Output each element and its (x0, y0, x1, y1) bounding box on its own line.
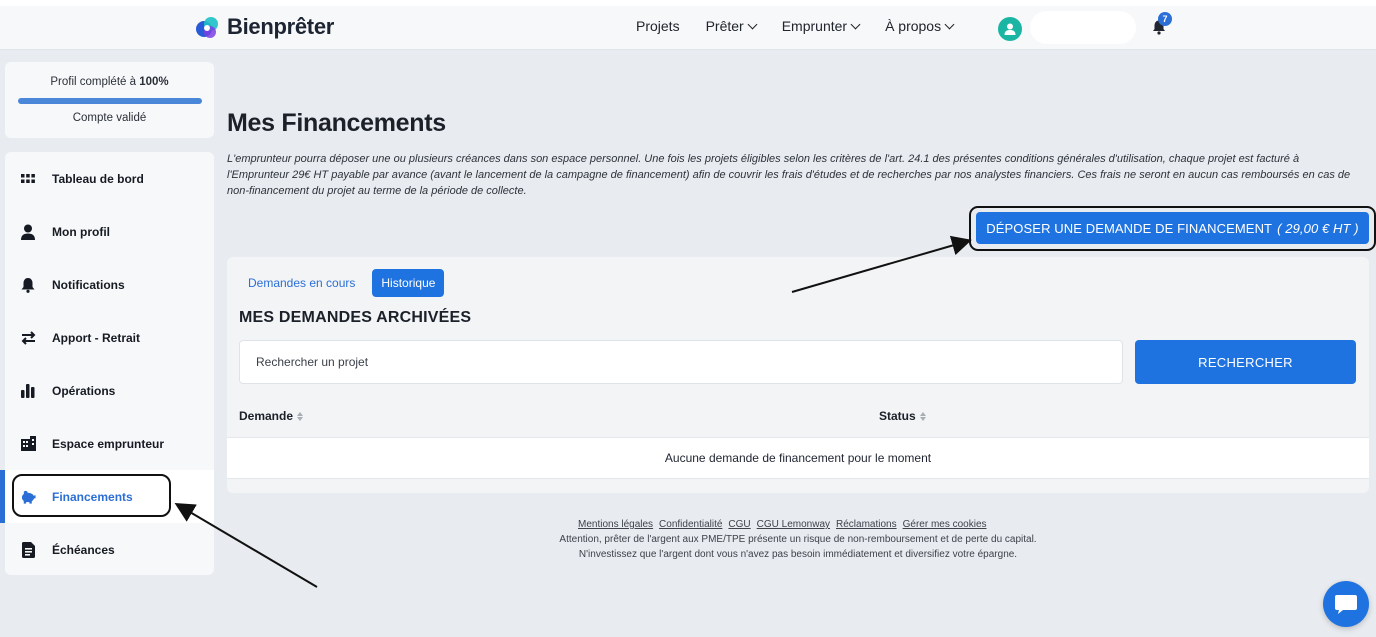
deposit-button-label: DÉPOSER UNE DEMANDE DE FINANCEMENT (986, 220, 1273, 236)
chat-support-button[interactable] (1323, 581, 1369, 627)
chevron-down-icon (850, 19, 861, 29)
sidebar-menu: Tableau de bord Mon profil Notifications… (0, 152, 214, 576)
completion-prefix: Profil complété à (50, 76, 140, 88)
sidebar-item-espace-emprunteur[interactable]: Espace emprunteur (5, 417, 214, 470)
nav-label: Prêter (705, 18, 744, 34)
nav-emprunter[interactable]: Emprunter (781, 18, 861, 34)
footer-links: Mentions légales Confidentialité CGU CGU… (578, 519, 987, 530)
chevron-down-icon (944, 19, 955, 29)
table-empty-row: Aucune demande de financement pour le mo… (227, 437, 1369, 479)
deposit-button-price: ( 29,00 € HT ) (1277, 220, 1359, 236)
sidebar-item-label: Tableau de bord (52, 171, 144, 186)
sidebar-item-label: Mon profil (52, 224, 110, 239)
sidebar-item-tableau-de-bord[interactable]: Tableau de bord (5, 152, 214, 205)
project-search-input[interactable] (239, 340, 1123, 384)
nav-label: Projets (636, 18, 680, 34)
tab-demandes-en-cours[interactable]: Demandes en cours (239, 269, 364, 297)
main-nav: Projets Prêter Emprunter À propos (636, 18, 955, 34)
column-header-label: Demande (239, 409, 294, 423)
footer-link-confidentialite[interactable]: Confidentialité (659, 519, 722, 530)
nav-label: Emprunter (781, 18, 848, 34)
logo-icon (195, 14, 221, 40)
footer-risk-warning: Attention, prêter de l'argent aux PME/TP… (559, 534, 1037, 545)
bell-icon (20, 277, 36, 293)
sidebar-item-echeances[interactable]: Échéances (5, 523, 214, 576)
user-icon (20, 224, 36, 240)
footer-link-cgu[interactable]: CGU (728, 519, 750, 530)
footer-link-reclamations[interactable]: Réclamations (836, 519, 897, 530)
user-menu[interactable] (1030, 11, 1136, 44)
notification-count-badge: 7 (1158, 12, 1172, 26)
page-title: Mes Financements (227, 109, 446, 137)
grid-icon (20, 171, 36, 187)
sidebar-item-label: Apport - Retrait (52, 330, 140, 345)
sidebar-item-label: Financements (52, 489, 133, 504)
user-avatar[interactable] (998, 17, 1022, 41)
deposit-financing-request-button[interactable]: DÉPOSER UNE DEMANDE DE FINANCEMENT ( 29,… (976, 212, 1369, 244)
sidebar-item-financements[interactable]: Financements (0, 470, 214, 523)
user-icon (1004, 23, 1016, 35)
sidebar-item-label: Notifications (52, 277, 125, 292)
nav-a-propos[interactable]: À propos (885, 18, 955, 34)
bar-chart-icon (20, 383, 36, 399)
sidebar-item-label: Espace emprunteur (52, 436, 165, 451)
sort-icon (297, 411, 304, 421)
profile-progress-bar (18, 98, 202, 104)
archived-requests-title: MES DEMANDES ARCHIVÉES (239, 309, 472, 326)
sidebar-item-notifications[interactable]: Notifications (5, 258, 214, 311)
nav-preter[interactable]: Prêter (705, 18, 758, 34)
column-header-label: Status (879, 409, 916, 423)
requests-tabs: Demandes en cours Historique (239, 269, 445, 297)
sort-icon (919, 411, 926, 421)
footer-link-gerer-cookies[interactable]: Gérer mes cookies (903, 519, 987, 530)
chevron-down-icon (747, 19, 758, 29)
document-icon (20, 541, 36, 558)
search-button[interactable]: RECHERCHER (1135, 340, 1356, 384)
sidebar-item-operations[interactable]: Opérations (5, 364, 214, 417)
nav-projets[interactable]: Projets (636, 18, 680, 34)
transfer-arrows-icon (20, 330, 36, 346)
top-strip (0, 0, 1376, 6)
sidebar-item-mon-profil[interactable]: Mon profil (5, 205, 214, 258)
column-header-demande[interactable]: Demande (239, 409, 304, 423)
footer-link-mentions-legales[interactable]: Mentions légales (578, 519, 653, 530)
progress-fill (18, 98, 202, 104)
profile-completion-card: Profil complété à 100% Compte validé (5, 62, 214, 138)
nav-label: À propos (885, 18, 942, 34)
footer-savings-advice: N'investissez que l'argent dont vous n'a… (578, 549, 1018, 560)
sidebar-item-apport-retrait[interactable]: Apport - Retrait (5, 311, 214, 364)
tab-historique[interactable]: Historique (372, 269, 445, 297)
chat-bubble-icon (1335, 595, 1357, 614)
account-status: Compte validé (72, 112, 147, 124)
brand-logo[interactable]: Bienprêter (195, 14, 334, 40)
brand-name: Bienprêter (227, 14, 335, 39)
completion-value: 100% (139, 76, 169, 88)
piggy-bank-icon (20, 489, 36, 505)
profile-completion-text: Profil complété à 100% (5, 76, 214, 88)
building-icon (20, 436, 36, 452)
sidebar-item-label: Échéances (52, 542, 115, 557)
footer-link-cgu-lemonway[interactable]: CGU Lemonway (757, 519, 830, 530)
sidebar-item-label: Opérations (52, 383, 116, 398)
column-header-status[interactable]: Status (879, 409, 926, 423)
financing-fee-disclaimer: L'emprunteur pourra déposer une ou plusi… (227, 153, 1351, 197)
